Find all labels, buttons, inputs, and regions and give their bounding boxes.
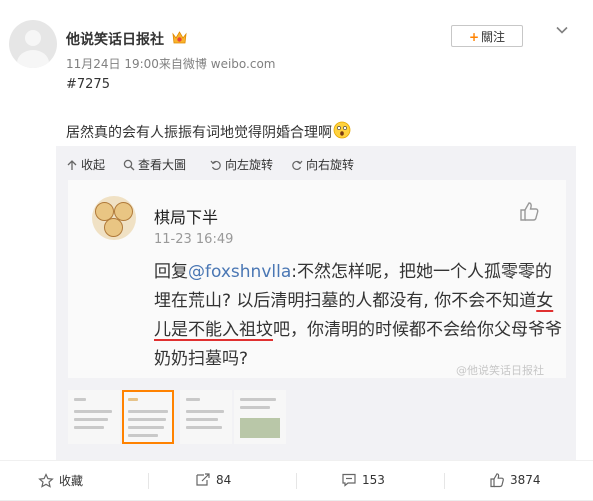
rotate-right-button[interactable]: 向右旋转 <box>291 156 354 173</box>
rotate-left-icon <box>210 160 221 170</box>
comment-button[interactable]: 153 <box>341 472 385 488</box>
avatar-placeholder-head <box>25 30 41 46</box>
post-meta: 11月24日 19:00来自微博 weibo.com <box>66 57 276 71</box>
rotate-left-label: 向左旋转 <box>225 158 274 172</box>
follow-label: 關注 <box>481 30 506 44</box>
comment-count: 153 <box>362 473 385 487</box>
thumbs-up-icon <box>490 473 504 488</box>
repost-icon <box>196 473 210 486</box>
thumbs-up-icon <box>520 202 539 221</box>
action-bar: 收藏 84 153 3874 <box>0 460 593 501</box>
collapse-icon <box>67 159 77 170</box>
author-avatar[interactable] <box>9 20 57 68</box>
image-watermark: @他说笑话日报社 <box>456 364 544 377</box>
thumbnail-4[interactable] <box>234 390 286 444</box>
post-id: #7275 <box>66 77 110 92</box>
repost-button[interactable]: 84 <box>195 472 231 488</box>
view-large-button[interactable]: 查看大圖 <box>123 156 186 173</box>
comment-date: 11-23 16:49 <box>154 232 234 247</box>
follow-button[interactable]: + 關注 <box>451 25 523 47</box>
plus-icon: + <box>468 30 480 44</box>
like-button[interactable]: 3874 <box>489 472 541 488</box>
favorite-button[interactable]: 收藏 <box>38 472 83 489</box>
rotate-left-button[interactable]: 向左旋转 <box>210 156 273 173</box>
rotate-right-label: 向右旋转 <box>306 158 355 172</box>
mention-link: @foxshnvlla <box>188 262 292 282</box>
avatar-placeholder-body <box>17 50 49 68</box>
collapse-label: 收起 <box>81 158 106 172</box>
comment-icon <box>342 473 356 487</box>
repost-count: 84 <box>216 473 232 487</box>
favorite-label: 收藏 <box>59 474 84 488</box>
rotate-right-icon <box>292 160 303 170</box>
star-icon <box>38 472 54 488</box>
vip-badge-icon <box>172 31 187 44</box>
author-name[interactable]: 他说笑话日报社 <box>66 29 164 49</box>
embedded-comment-image[interactable]: 棋局下半 11-23 16:49 回复@foxshnvlla:不然怎样呢，把她一… <box>68 180 566 378</box>
magnifier-icon <box>123 159 135 170</box>
thumbnail-1[interactable] <box>68 390 120 444</box>
commenter-avatar <box>92 196 136 240</box>
chevron-down-icon[interactable] <box>556 26 568 34</box>
weibo-post-card: 他说笑话日报社 11月24日 19:00来自微博 weibo.com + 關注 #… <box>0 0 593 500</box>
thumbnail-3[interactable] <box>180 390 232 444</box>
thumbnail-2[interactable] <box>122 390 174 444</box>
shocked-emoji-icon <box>333 121 351 139</box>
commenter-name: 棋局下半 <box>154 208 219 227</box>
collapse-button[interactable]: 收起 <box>66 156 105 173</box>
like-count: 3874 <box>510 473 541 487</box>
reply-prefix: 回复 <box>154 262 188 282</box>
post-text: 居然真的会有人振振有词地觉得阴婚合理啊 <box>66 125 332 141</box>
comment-body: 回复@foxshnvlla:不然怎样呢，把她一个人孤零零的埋在荒山? 以后清明扫… <box>154 258 562 374</box>
view-large-label: 查看大圖 <box>138 158 187 172</box>
